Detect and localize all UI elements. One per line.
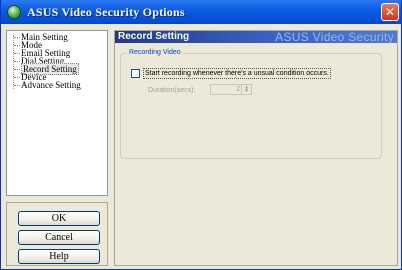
duration-spinbox[interactable]: 2 ▲ ▼ [210,84,252,95]
tree-item-advance-setting[interactable]: Advance Setting [11,80,81,90]
settings-tree: Main Setting Mode Email Setting Dial Set… [6,30,108,196]
duration-label: Duration(secs): [148,87,196,94]
tree-items: Main Setting Mode Email Setting Dial Set… [11,33,81,90]
cancel-button[interactable]: Cancel [18,230,100,245]
tree-item-label: Advance Setting [21,80,81,90]
close-button[interactable]: ✕ [381,3,399,21]
group-legend: Recording Video [127,48,183,58]
start-recording-checkbox[interactable] [131,69,140,78]
settings-panel: Record Setting ASUS Video Security Recor… [114,30,398,266]
duration-spin-buttons[interactable]: ▲ ▼ [241,85,251,94]
button-area: OK Cancel Help [6,202,108,266]
recording-video-group: Recording Video Start recording whenever… [120,48,382,159]
brand-label: ASUS Video Security [275,30,394,44]
left-panel: Main Setting Mode Email Setting Dial Set… [6,30,108,266]
panel-header: Record Setting ASUS Video Security [115,30,397,44]
options-window: ASUS Video Security Options ✕ Main Setti… [0,0,402,270]
start-recording-label[interactable]: Start recording whenever there's a unsua… [143,68,331,79]
panel-title: Record Setting [118,31,190,42]
title-bar[interactable]: ASUS Video Security Options ✕ [1,0,401,24]
window-title: ASUS Video Security Options [27,4,185,19]
close-icon: ✕ [384,5,396,19]
spin-down-icon[interactable]: ▼ [242,89,251,93]
start-recording-option[interactable]: Start recording whenever there's a unsua… [131,68,331,79]
duration-value: 2 [236,86,240,93]
help-button[interactable]: Help [18,249,100,264]
ok-button[interactable]: OK [18,211,100,226]
app-icon [7,5,21,19]
